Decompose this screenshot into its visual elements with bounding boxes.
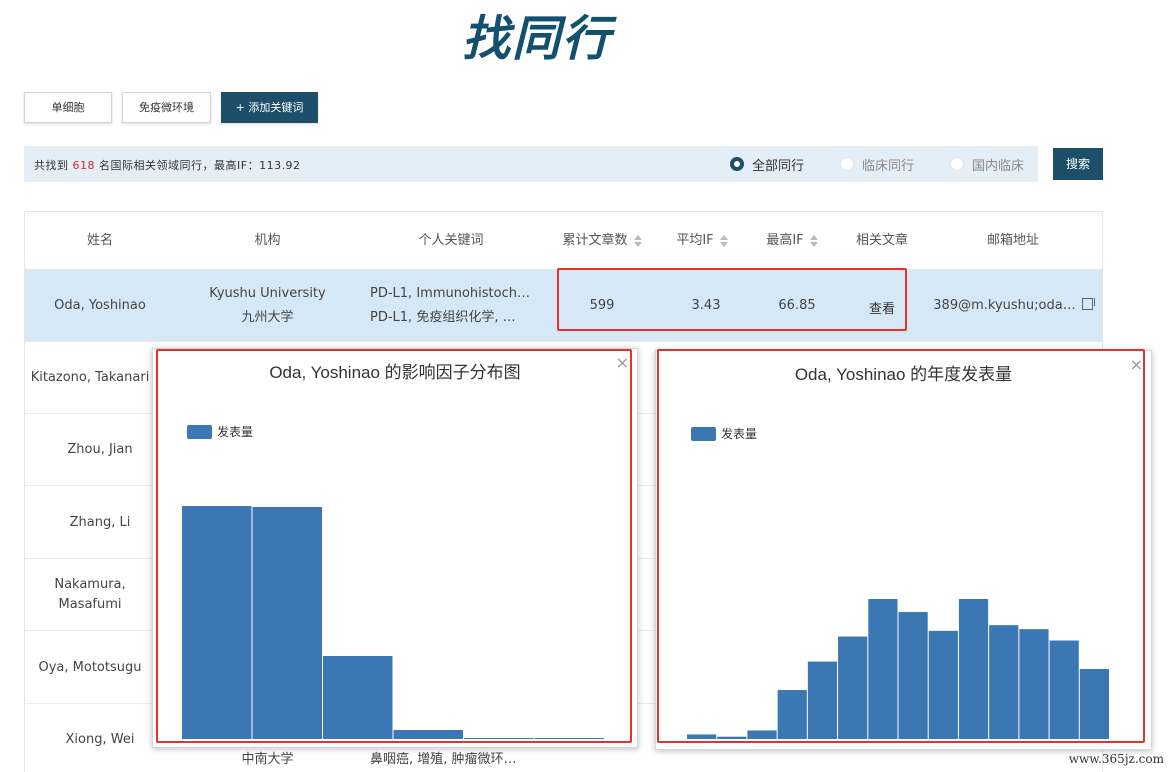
watermark: www.365jz.com — [1068, 752, 1164, 766]
peer-name[interactable]: Nakamura, Masafumi — [25, 575, 155, 615]
radio-unselected-icon — [840, 157, 854, 171]
filter-clinical-peers[interactable]: 临床同行 — [840, 155, 915, 174]
peer-name[interactable]: Oya, Mototsugu — [25, 660, 155, 675]
table-header: 姓名 机构 个人关键词 累计文章数 平均IF 最高IF 相关文章 邮箱地址 — [25, 212, 1102, 270]
peer-name[interactable]: Kitazono, Takanari — [25, 370, 155, 385]
summary-prefix: 共找到 — [34, 159, 69, 172]
filter-all-peers-label: 全部同行 — [752, 158, 805, 174]
highlight-box-if-chart — [156, 349, 632, 743]
institution-cn: 九州大学 — [241, 310, 294, 325]
header-articles[interactable]: 累计文章数 — [542, 212, 662, 270]
institution-en: Kyushu University — [209, 286, 326, 301]
header-avg-if-label: 平均IF — [676, 233, 714, 248]
filter-all-peers[interactable]: 全部同行 — [730, 155, 805, 174]
sort-icon — [809, 234, 818, 247]
header-name: 姓名 — [86, 233, 113, 248]
page-root: 找同行 单细胞 免疫微环境 + 添加关键词 共找到 618 名国际相关领域同行，… — [0, 0, 1170, 772]
email-text: 389@m.kyushu;oda… — [933, 298, 1076, 313]
header-institution: 机构 — [254, 233, 281, 248]
result-summary: 共找到 618 名国际相关领域同行，最高IF：113.92 — [34, 157, 301, 173]
peer-institution: Kyushu University 九州大学 — [175, 282, 360, 330]
header-max-if-label: 最高IF — [766, 233, 804, 248]
keywords-en: PD-L1, Immunohistoch… — [370, 286, 530, 301]
sort-icon — [719, 234, 728, 247]
copy-icon[interactable] — [1081, 298, 1095, 310]
peer-keywords: 鼻咽癌, 增殖, 肿瘤微环… — [370, 752, 517, 767]
radio-selected-icon — [730, 157, 744, 171]
sort-icon — [633, 234, 642, 247]
page-logo: 找同行 — [462, 11, 613, 67]
header-max-if[interactable]: 最高IF — [742, 212, 842, 270]
search-button[interactable]: 搜索 — [1053, 148, 1103, 180]
highlight-box-stats — [557, 268, 907, 331]
header-email: 邮箱地址 — [986, 233, 1039, 248]
header-keywords: 个人关键词 — [418, 233, 484, 248]
filter-domestic-clinical-label: 国内临床 — [972, 158, 1025, 174]
radio-unselected-icon — [950, 157, 964, 171]
peer-keywords: PD-L1, Immunohistoch… PD-L1, 免疫组织化学, … — [370, 282, 530, 330]
peer-email: 389@m.kyushu;oda… — [927, 298, 1099, 313]
highlight-box-year-chart — [657, 349, 1145, 743]
header-articles-label: 累计文章数 — [562, 233, 628, 248]
keyword-tag-single-cell[interactable]: 单细胞 — [24, 92, 112, 123]
keyword-tag-immune-microenvironment[interactable]: 免疫微环境 — [122, 92, 211, 123]
keywords-cn: PD-L1, 免疫组织化学, … — [370, 310, 516, 325]
header-avg-if[interactable]: 平均IF — [662, 212, 742, 270]
peer-name[interactable]: Oda, Yoshinao — [25, 298, 175, 313]
result-summary-bar: 共找到 618 名国际相关领域同行，最高IF：113.92 全部同行 临床同行 … — [24, 146, 1038, 182]
header-related: 相关文章 — [855, 233, 908, 248]
result-count: 618 — [72, 159, 95, 172]
summary-suffix: 名国际相关领域同行，最高IF：113.92 — [99, 159, 301, 172]
add-keyword-button[interactable]: + 添加关键词 — [221, 92, 318, 123]
filter-clinical-peers-label: 临床同行 — [862, 158, 915, 174]
peer-institution: 中南大学 — [241, 752, 294, 767]
filter-domestic-clinical[interactable]: 国内临床 — [950, 155, 1025, 174]
